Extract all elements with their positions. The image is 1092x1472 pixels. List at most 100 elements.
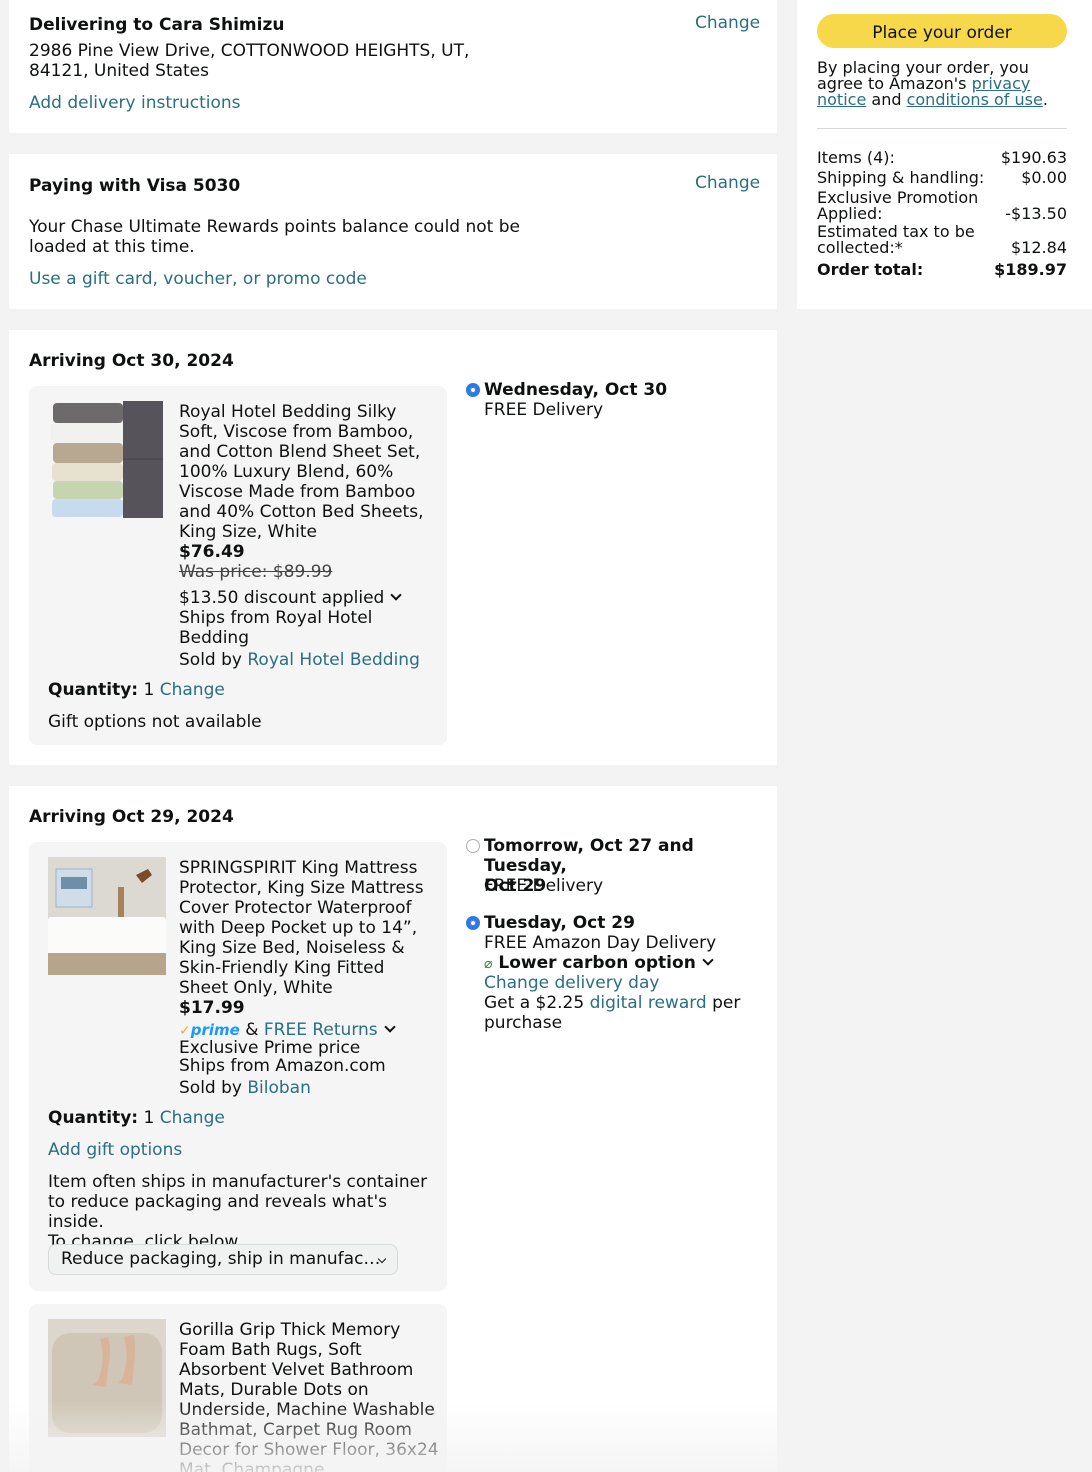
packaging-select-value: Reduce packaging, ship in manufac… xyxy=(61,1249,381,1269)
promotion-label-2: Applied: xyxy=(817,204,883,223)
packaging-line: to reduce packaging and reveals what's i… xyxy=(48,1192,387,1232)
gift-card-promo-link[interactable]: Use a gift card, voucher, or promo code xyxy=(29,269,367,289)
product-image[interactable] xyxy=(48,857,166,975)
privacy-notice-link[interactable]: notice xyxy=(817,90,866,109)
product-image[interactable] xyxy=(51,401,163,519)
add-gift-options-link[interactable]: Add gift options xyxy=(48,1140,182,1160)
conditions-of-use-link[interactable]: conditions of use xyxy=(907,90,1043,109)
product-title[interactable]: Gorilla Grip Thick Memory Foam Bath Rugs… xyxy=(179,1320,439,1472)
discount-applied[interactable]: $13.50 discount applied xyxy=(179,588,402,608)
payment-card: Paying with Visa 5030 Change Your Chase … xyxy=(9,154,777,309)
chevron-down-icon xyxy=(702,954,714,966)
change-quantity-link[interactable]: Change xyxy=(160,680,225,700)
place-order-button[interactable]: Place your order xyxy=(817,14,1067,48)
delivery-heading: Delivering to Cara Shimizu xyxy=(29,15,285,35)
title-line: Absorbent Velvet Bathroom xyxy=(179,1360,414,1380)
title-line: SPRINGSPIRIT King Mattress xyxy=(179,858,418,878)
summary-divider xyxy=(817,128,1067,129)
rewards-line-2: loaded at this time. xyxy=(29,237,195,257)
tax-value: $12.84 xyxy=(1011,238,1067,257)
change-delivery-day-link[interactable]: Change delivery day xyxy=(484,973,659,993)
title-line: and Cotton Blend Sheet Set, xyxy=(179,442,421,462)
delivery-option-radio[interactable] xyxy=(466,839,480,853)
arrival-heading: Arriving Oct 30, 2024 xyxy=(29,351,234,371)
product-title[interactable]: Royal Hotel Bedding Silky Soft, Viscose … xyxy=(179,402,439,542)
quantity-value: 1 xyxy=(143,1108,155,1128)
quantity-label: Quantity: xyxy=(48,680,139,700)
summary-row-items: Items (4): $190.63 xyxy=(817,150,1067,166)
tax-label: Estimated tax to be collected:* xyxy=(817,224,992,256)
delivery-card: Delivering to Cara Shimizu Change 2986 P… xyxy=(9,0,777,133)
rewards-line-1: Your Chase Ultimate Rewards points balan… xyxy=(29,217,520,237)
lower-carbon-option[interactable]: ⌀ Lower carbon option xyxy=(484,953,714,973)
gift-options-status: Gift options not available xyxy=(48,712,262,732)
item-card: Gorilla Grip Thick Memory Foam Bath Rugs… xyxy=(29,1304,447,1472)
arrival-heading: Arriving Oct 29, 2024 xyxy=(29,807,234,827)
shipping-label: Shipping & handling: xyxy=(817,168,985,187)
ships-from-line-2: Bedding xyxy=(179,628,249,648)
title-line: with Deep Pocket up to 14”, xyxy=(179,918,418,938)
chevron-down-icon xyxy=(390,589,402,601)
title-line: Foam Bath Rugs, Soft xyxy=(179,1340,362,1360)
quantity-row: Quantity: 1 Change xyxy=(48,680,225,700)
product-image[interactable] xyxy=(48,1319,166,1437)
and-text: and xyxy=(871,90,902,109)
delivery-option-title[interactable]: Wednesday, Oct 30 xyxy=(484,380,667,400)
order-total-value: $189.97 xyxy=(994,260,1067,279)
title-line: Underside, Machine Washable xyxy=(179,1400,435,1420)
address-line-2: 84121, United States xyxy=(29,61,210,81)
sold-by: Sold by Biloban xyxy=(179,1078,311,1098)
change-address-link[interactable]: Change xyxy=(695,13,760,33)
delivery-option-sub: FREE Amazon Day Delivery xyxy=(484,933,717,953)
reward-prefix: Get a $2.25 xyxy=(484,993,585,1013)
legal-line-3: notice and conditions of use. xyxy=(817,92,1067,108)
sold-by-label: Sold by xyxy=(179,1078,242,1098)
product-title[interactable]: SPRINGSPIRIT King Mattress Protector, Ki… xyxy=(179,858,439,998)
summary-row-total: Order total: $189.97 xyxy=(817,262,1067,278)
quantity-label: Quantity: xyxy=(48,1108,139,1128)
delivery-option-radio-selected[interactable] xyxy=(466,916,480,930)
digital-reward-link[interactable]: digital reward xyxy=(590,993,707,1013)
seller-link[interactable]: Royal Hotel Bedding xyxy=(247,650,419,670)
digital-reward: Get a $2.25 digital reward per xyxy=(484,993,740,1013)
prime-amp: & xyxy=(245,1020,259,1040)
add-delivery-instructions-link[interactable]: Add delivery instructions xyxy=(29,93,241,113)
ships-from: Ships from Amazon.com xyxy=(179,1056,386,1076)
title-line: Sheet Only, White xyxy=(179,978,333,998)
change-payment-link[interactable]: Change xyxy=(695,173,760,193)
delivery-option-radio-selected[interactable] xyxy=(466,383,480,397)
tax-label-2: collected:* xyxy=(817,238,903,257)
sold-by-label: Sold by xyxy=(179,650,242,670)
summary-row-tax: Estimated tax to be collected:* $12.84 xyxy=(817,224,1067,256)
quantity-value: 1 xyxy=(143,680,155,700)
prime-returns-row[interactable]: ✓prime & FREE Returns xyxy=(179,1020,396,1040)
free-returns-link[interactable]: FREE Returns xyxy=(264,1020,378,1040)
promotion-value: -$13.50 xyxy=(1005,204,1067,223)
sold-by: Sold by Royal Hotel Bedding xyxy=(179,650,420,670)
ships-from-line-1: Ships from Royal Hotel xyxy=(179,608,373,628)
promotion-label: Exclusive Promotion Applied: xyxy=(817,190,992,222)
order-total-label: Order total: xyxy=(817,260,924,279)
seller-link[interactable]: Biloban xyxy=(247,1078,311,1098)
payment-heading: Paying with Visa 5030 xyxy=(29,176,241,196)
title-line: King Size Bed, Noiseless & xyxy=(179,938,405,958)
delivery-option-sub: FREE Delivery xyxy=(484,876,604,896)
leaf-icon: ⌀ xyxy=(484,956,493,972)
delivery-option-title[interactable]: Tuesday, Oct 29 xyxy=(484,913,635,933)
title-line: and 40% Cotton Bed Sheets, xyxy=(179,502,424,522)
item-card: Royal Hotel Bedding Silky Soft, Viscose … xyxy=(29,386,447,745)
prime-check-icon: ✓ xyxy=(179,1023,191,1039)
packaging-line: Item often ships in manufacturer's conta… xyxy=(48,1172,428,1192)
change-quantity-link[interactable]: Change xyxy=(160,1108,225,1128)
title-line: Mats, Durable Dots on xyxy=(179,1380,369,1400)
packaging-note: Item often ships in manufacturer's conta… xyxy=(48,1172,443,1252)
delivery-option-sub: FREE Delivery xyxy=(484,400,604,420)
chevron-down-icon xyxy=(383,1021,396,1033)
title-line: Cover Protector Waterproof xyxy=(179,898,412,918)
address-line-1: 2986 Pine View Drive, COTTONWOOD HEIGHTS… xyxy=(29,41,470,61)
summary-row-promotion: Exclusive Promotion Applied: -$13.50 xyxy=(817,190,1067,222)
title-line: King Size, White xyxy=(179,522,317,542)
packaging-select[interactable]: Reduce packaging, ship in manufac… xyxy=(48,1244,398,1275)
title-line: Protector, King Size Mattress xyxy=(179,878,424,898)
lower-carbon-label: Lower carbon option xyxy=(498,953,696,973)
